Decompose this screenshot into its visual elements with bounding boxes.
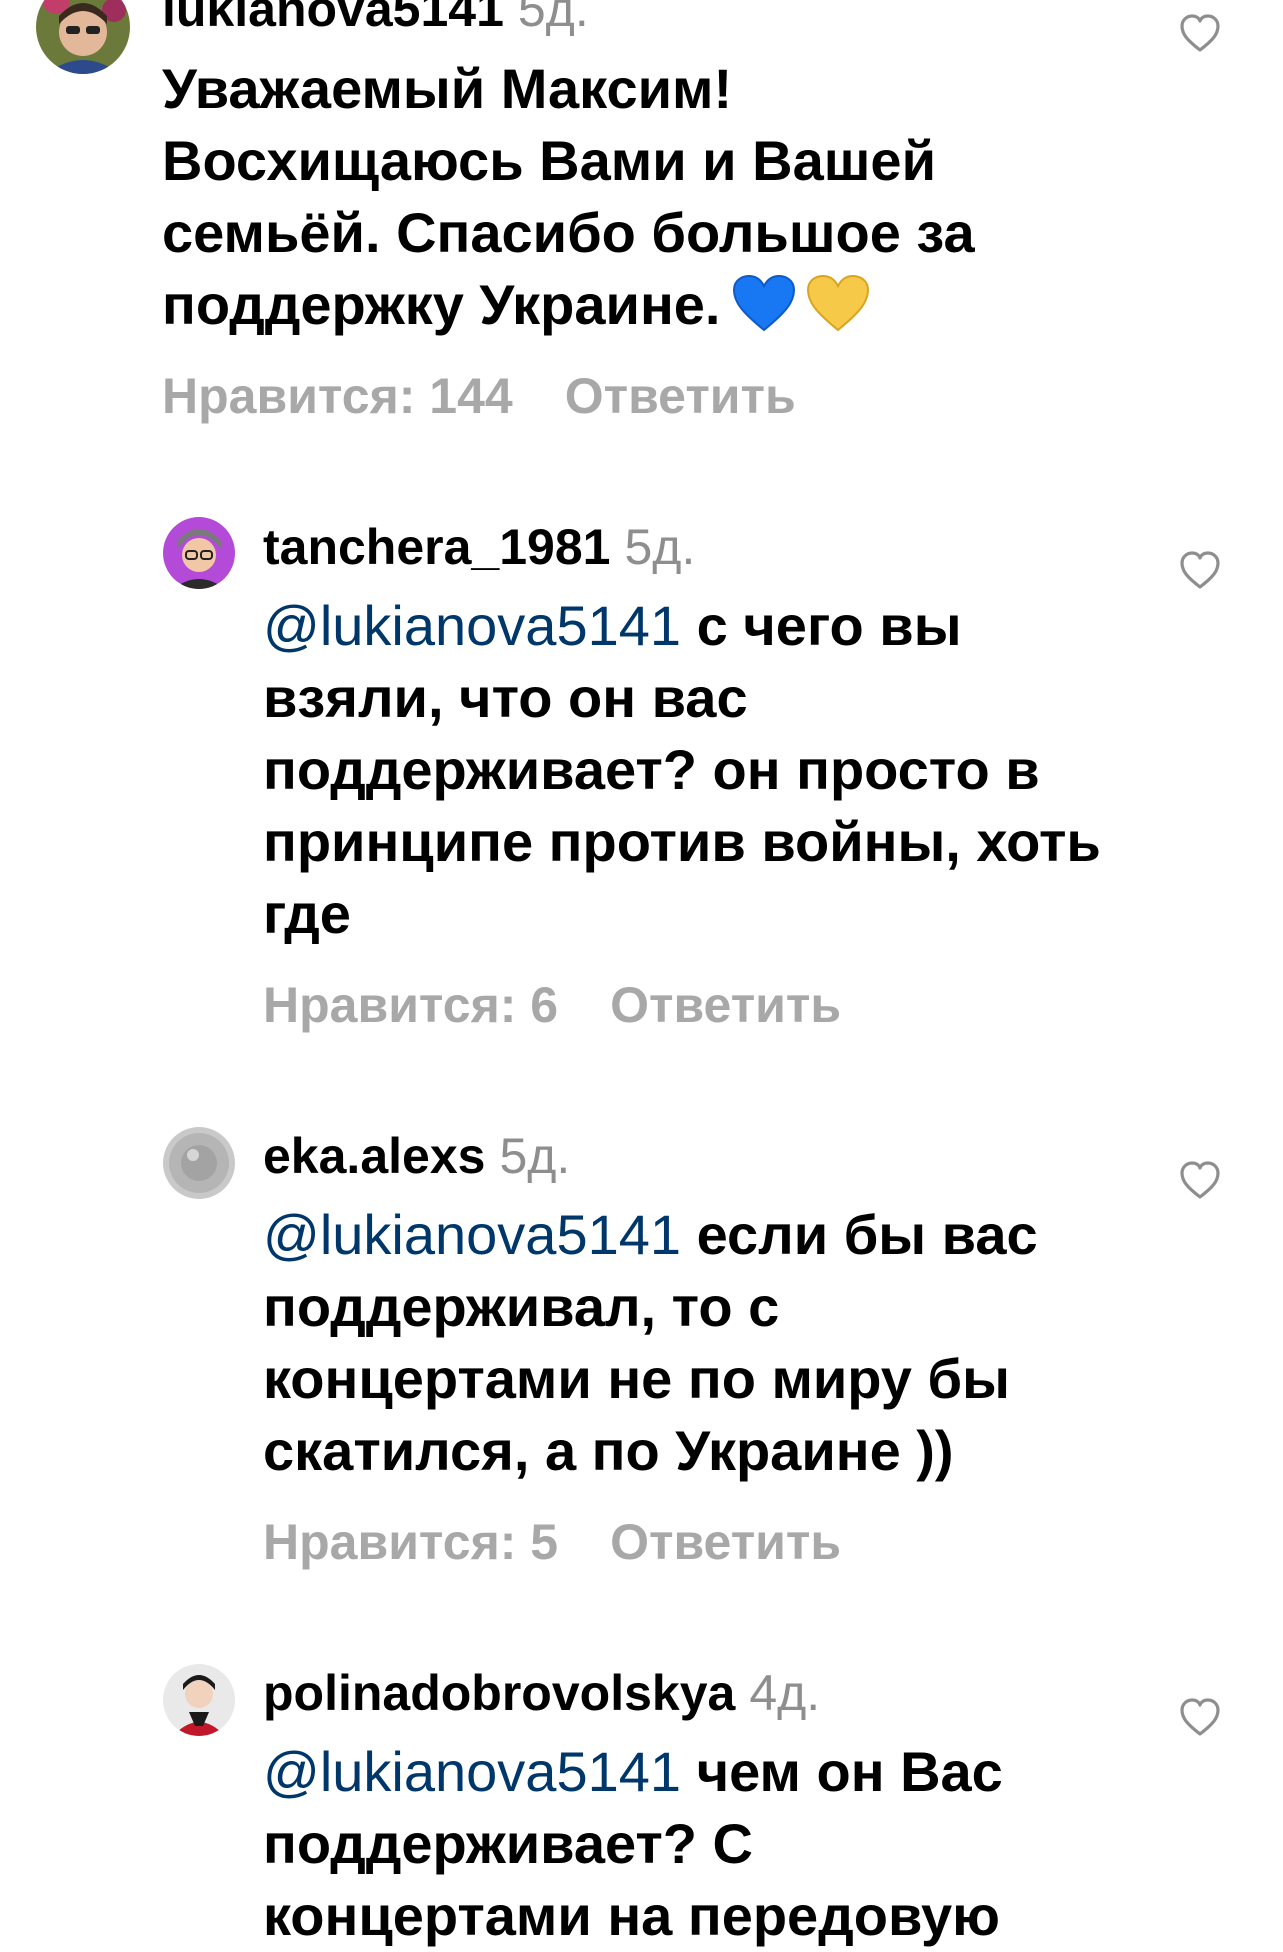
likes-count[interactable]: Нравится: 5: [263, 1514, 558, 1570]
timestamp: 5д.: [624, 519, 696, 575]
comment-text: Уважаемый Максим! Восхищаюсь Вами и Ваше…: [162, 53, 975, 341]
timestamp: 5д.: [499, 1128, 571, 1184]
reply-button[interactable]: Ответить: [565, 368, 796, 424]
comment-line: поддерживает? С: [263, 1812, 753, 1875]
likes-count[interactable]: Нравится: 144: [162, 368, 513, 424]
comment-actions: Нравится: 6 Ответить: [263, 975, 841, 1035]
mention-link[interactable]: @lukianova5141: [263, 1740, 681, 1803]
comment-line: где: [263, 882, 351, 945]
comment-actions: Нравится: 5 Ответить: [263, 1512, 841, 1572]
comment-line: Уважаемый Максим!: [162, 57, 733, 120]
comment-text: @lukianova5141 если бы вас поддерживал, …: [263, 1199, 1038, 1487]
heart-outline-icon[interactable]: [1178, 549, 1222, 593]
comment-line: с чего вы: [681, 594, 962, 657]
yellow-heart-icon: [806, 274, 870, 351]
comment-line-with-mention: @lukianova5141 если бы вас: [263, 1199, 1038, 1271]
comment-line: поддерживал, то с: [263, 1275, 780, 1338]
username[interactable]: tanchera_1981: [263, 519, 610, 575]
comment-line: принципе против войны, хоть: [263, 810, 1101, 873]
reply-button[interactable]: Ответить: [610, 1514, 841, 1570]
comment-meta: eka.alexs 5д.: [263, 1125, 570, 1187]
comment-meta: tanchera_1981 5д.: [263, 516, 695, 578]
blue-heart-icon: [732, 274, 796, 351]
username[interactable]: eka.alexs: [263, 1128, 485, 1184]
heart-outline-icon[interactable]: [1178, 1159, 1222, 1203]
comment-text: @lukianova5141 с чего вы взяли, что он в…: [263, 590, 1101, 950]
comment-line-with-emoji: поддержку Украине.: [162, 269, 975, 341]
comment-line: концертами на передовую: [263, 1884, 1000, 1947]
avatar-eka.alexs[interactable]: [163, 1127, 235, 1199]
timestamp: 4д.: [749, 1665, 821, 1721]
comment-line: концертами не по миру бы: [263, 1347, 1010, 1410]
comment-line: Восхищаюсь Вами и Вашей: [162, 129, 936, 192]
mention-link[interactable]: @lukianova5141: [263, 1203, 681, 1266]
avatar-polinadobrovolskya[interactable]: [163, 1664, 235, 1736]
comment-line: если бы вас: [681, 1203, 1038, 1266]
comment-actions: Нравится: 144 Ответить: [162, 366, 796, 426]
likes-count[interactable]: Нравится: 6: [263, 977, 558, 1033]
heart-outline-icon[interactable]: [1178, 12, 1222, 56]
comment-line-with-mention: @lukianova5141 с чего вы: [263, 590, 1101, 662]
reply-button[interactable]: Ответить: [610, 977, 841, 1033]
comment-line: поддерживает? он просто в: [263, 738, 1040, 801]
username[interactable]: lukianova5141: [162, 0, 504, 37]
comment-line: семьёй. Спасибо большое за: [162, 201, 975, 264]
mention-link[interactable]: @lukianova5141: [263, 594, 681, 657]
comment-line: поддержку Украине.: [162, 273, 721, 336]
comment-line-with-mention: @lukianova5141 чем он Вас: [263, 1736, 1003, 1808]
comment-line: взяли, что он вас: [263, 666, 748, 729]
comment-meta: lukianova5141 5д.: [162, 0, 589, 40]
comment-line: чем он Вас: [681, 1740, 1003, 1803]
username[interactable]: polinadobrovolskya: [263, 1665, 735, 1721]
avatar-lukianova5141[interactable]: [36, 0, 130, 74]
comment-meta: polinadobrovolskya 4д.: [263, 1662, 820, 1724]
avatar-tanchera_1981[interactable]: [163, 517, 235, 589]
heart-outline-icon[interactable]: [1178, 1696, 1222, 1740]
timestamp: 5д.: [517, 0, 589, 37]
comment-text: @lukianova5141 чем он Вас поддерживает? …: [263, 1736, 1003, 1952]
comment-line: скатился, а по Украине )): [263, 1419, 954, 1482]
